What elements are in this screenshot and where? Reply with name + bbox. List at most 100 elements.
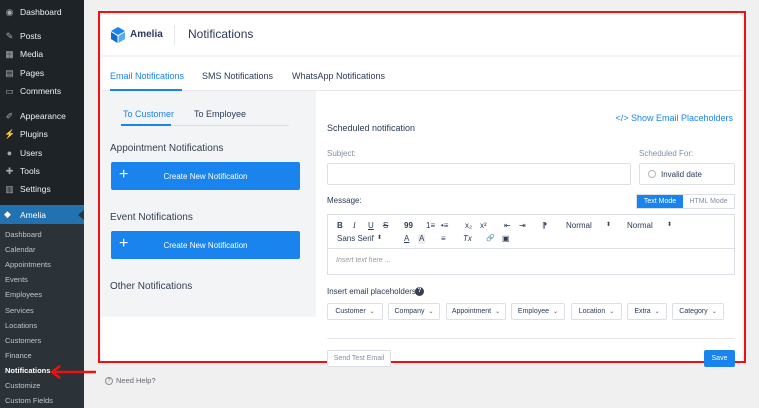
clear-format-button[interactable]: Tx bbox=[463, 234, 472, 244]
footer-divider bbox=[327, 338, 735, 339]
show-email-placeholders-link[interactable]: </> Show Email Placeholders bbox=[615, 113, 733, 123]
question-icon: ? bbox=[105, 376, 113, 385]
background-color-button[interactable]: A bbox=[418, 234, 426, 244]
size-select[interactable]: Normal ⬍ bbox=[566, 221, 616, 230]
wp-menu-posts[interactable]: ✎ Posts bbox=[0, 27, 84, 45]
wp-menu-dashboard[interactable]: ◉ Dashboard bbox=[0, 3, 84, 21]
wp-sub-custom-fields[interactable]: Custom Fields bbox=[0, 393, 84, 408]
superscript-button[interactable]: x² bbox=[480, 221, 487, 231]
send-test-email-button[interactable]: Send Test Email bbox=[327, 350, 391, 367]
blockquote-button[interactable]: 99 bbox=[404, 221, 413, 231]
appointment-placeholder-dropdown[interactable]: Appointment ⌄ bbox=[446, 303, 506, 320]
updown-icon: ⬍ bbox=[377, 235, 383, 241]
event-notifications-title: Event Notifications bbox=[110, 212, 193, 223]
create-event-notification-button[interactable]: + Create New Notification bbox=[111, 231, 300, 259]
amelia-icon: ◆ bbox=[4, 209, 11, 219]
indent-button[interactable]: ⇥ bbox=[519, 221, 526, 231]
tab-email-notifications[interactable]: Email Notifications bbox=[110, 71, 184, 81]
chevron-down-icon: ⌄ bbox=[495, 309, 501, 315]
wp-menu-appearance[interactable]: ✐ Appearance bbox=[0, 107, 84, 125]
company-placeholder-dropdown[interactable]: Company ⌄ bbox=[388, 303, 440, 320]
message-editor: B I U S 99 1≡ •≡ x₂ x² ⇤ ⇥ ⁋ Normal ⬍ Nor… bbox=[327, 214, 735, 275]
wp-menu-amelia[interactable]: ◆ Amelia bbox=[0, 205, 84, 224]
scheduled-for-label: Scheduled For: bbox=[639, 149, 694, 158]
strike-button[interactable]: S bbox=[383, 221, 388, 231]
wp-sub-locations[interactable]: Locations bbox=[0, 318, 84, 333]
subject-input[interactable] bbox=[327, 163, 631, 185]
tab-sms-notifications[interactable]: SMS Notifications bbox=[202, 71, 273, 81]
comments-icon: ▭ bbox=[5, 85, 14, 96]
wp-menu-plugins[interactable]: ⚡ Plugins bbox=[0, 125, 84, 143]
chevron-down-icon: ⌄ bbox=[369, 309, 375, 315]
editor-body[interactable]: Insert text here ... bbox=[336, 257, 390, 264]
save-button[interactable]: Save bbox=[704, 350, 735, 367]
subject-label: Subject: bbox=[327, 149, 356, 158]
clock-icon bbox=[648, 170, 656, 178]
html-mode-button[interactable]: HTML Mode bbox=[683, 195, 734, 208]
need-help-link[interactable]: ? Need Help? bbox=[105, 376, 156, 385]
tab-whatsapp-notifications[interactable]: WhatsApp Notifications bbox=[292, 71, 385, 81]
create-appointment-notification-button[interactable]: + Create New Notification bbox=[111, 162, 300, 190]
app-header: Amelia Notifications bbox=[102, 15, 742, 55]
location-placeholder-dropdown[interactable]: Location ⌄ bbox=[571, 303, 622, 320]
wp-menu-pages[interactable]: ▤ Pages bbox=[0, 64, 84, 82]
category-placeholder-dropdown[interactable]: Category ⌄ bbox=[672, 303, 724, 320]
scheduled-date-picker[interactable]: Invalid date bbox=[639, 163, 735, 185]
tab-to-employee[interactable]: To Employee bbox=[194, 109, 246, 119]
tab-to-customer[interactable]: To Customer bbox=[123, 109, 174, 119]
link-icon[interactable]: 🔗 bbox=[486, 234, 495, 244]
underline-button[interactable]: U bbox=[368, 221, 374, 231]
text-color-button[interactable]: A bbox=[404, 234, 409, 244]
wp-sub-calendar[interactable]: Calendar bbox=[0, 242, 84, 257]
wp-sub-dashboard[interactable]: Dashboard bbox=[0, 227, 84, 242]
extra-placeholder-dropdown[interactable]: Extra ⌄ bbox=[627, 303, 667, 320]
dashboard-icon: ◉ bbox=[5, 6, 14, 17]
wp-sub-customers[interactable]: Customers bbox=[0, 333, 84, 348]
bold-button[interactable]: B bbox=[337, 221, 343, 231]
other-notifications-title: Other Notifications bbox=[110, 281, 193, 292]
wp-menu-tools[interactable]: ✚ Tools bbox=[0, 162, 84, 180]
wp-sub-finance[interactable]: Finance bbox=[0, 348, 84, 363]
chevron-down-icon: ⌄ bbox=[428, 309, 434, 315]
employee-placeholder-dropdown[interactable]: Employee ⌄ bbox=[511, 303, 565, 320]
subscript-button[interactable]: x₂ bbox=[465, 221, 472, 231]
editor-toolbar: B I U S 99 1≡ •≡ x₂ x² ⇤ ⇥ ⁋ Normal ⬍ Nor… bbox=[328, 215, 734, 249]
wp-menu-settings[interactable]: ▥ Settings bbox=[0, 180, 84, 198]
customer-placeholder-dropdown[interactable]: Customer ⌄ bbox=[327, 303, 383, 320]
bullet-list-button[interactable]: •≡ bbox=[441, 221, 448, 231]
help-icon[interactable]: ? bbox=[415, 287, 424, 296]
italic-button[interactable]: I bbox=[353, 221, 356, 231]
wp-sub-appointments[interactable]: Appointments bbox=[0, 257, 84, 272]
plus-icon: + bbox=[119, 166, 129, 183]
outdent-button[interactable]: ⇤ bbox=[504, 221, 511, 231]
text-direction-button[interactable]: ⁋ bbox=[542, 221, 547, 231]
page-title: Notifications bbox=[188, 27, 254, 41]
notification-list-pane: To Customer To Employee Appointment Noti… bbox=[102, 91, 316, 317]
ordered-list-button[interactable]: 1≡ bbox=[426, 221, 435, 231]
amelia-logo-icon bbox=[111, 27, 125, 43]
text-mode-button[interactable]: Text Mode bbox=[637, 195, 683, 208]
notification-title: Scheduled notification bbox=[327, 123, 416, 133]
wrench-icon: ✚ bbox=[5, 165, 14, 176]
image-icon[interactable]: ▣ bbox=[502, 234, 510, 244]
wp-sub-services[interactable]: Services bbox=[0, 303, 84, 318]
pages-icon: ▤ bbox=[5, 67, 14, 78]
active-sub-tab-indicator bbox=[121, 124, 171, 126]
wp-sub-employees[interactable]: Employees bbox=[0, 287, 84, 302]
wp-sub-customize[interactable]: Customize bbox=[0, 378, 84, 393]
plus-icon: + bbox=[119, 235, 129, 252]
notifications-panel: Email Notifications SMS Notifications Wh… bbox=[102, 57, 742, 367]
chevron-down-icon: ⌄ bbox=[654, 309, 660, 315]
appointment-notifications-title: Appointment Notifications bbox=[110, 143, 224, 154]
wp-sub-events[interactable]: Events bbox=[0, 272, 84, 287]
font-select[interactable]: Sans Serif ⬍ bbox=[337, 234, 387, 243]
pin-icon: ✎ bbox=[5, 30, 14, 41]
brush-icon: ✐ bbox=[5, 110, 14, 121]
wp-menu-media[interactable]: ▦ Media bbox=[0, 45, 84, 63]
header-divider bbox=[174, 25, 175, 45]
wp-menu-users[interactable]: ● Users bbox=[0, 144, 84, 162]
header-select[interactable]: Normal ⬍ bbox=[627, 221, 677, 230]
updown-icon: ⬍ bbox=[606, 222, 612, 228]
align-button[interactable]: ≡ bbox=[441, 234, 446, 244]
wp-menu-comments[interactable]: ▭ Comments bbox=[0, 82, 84, 100]
